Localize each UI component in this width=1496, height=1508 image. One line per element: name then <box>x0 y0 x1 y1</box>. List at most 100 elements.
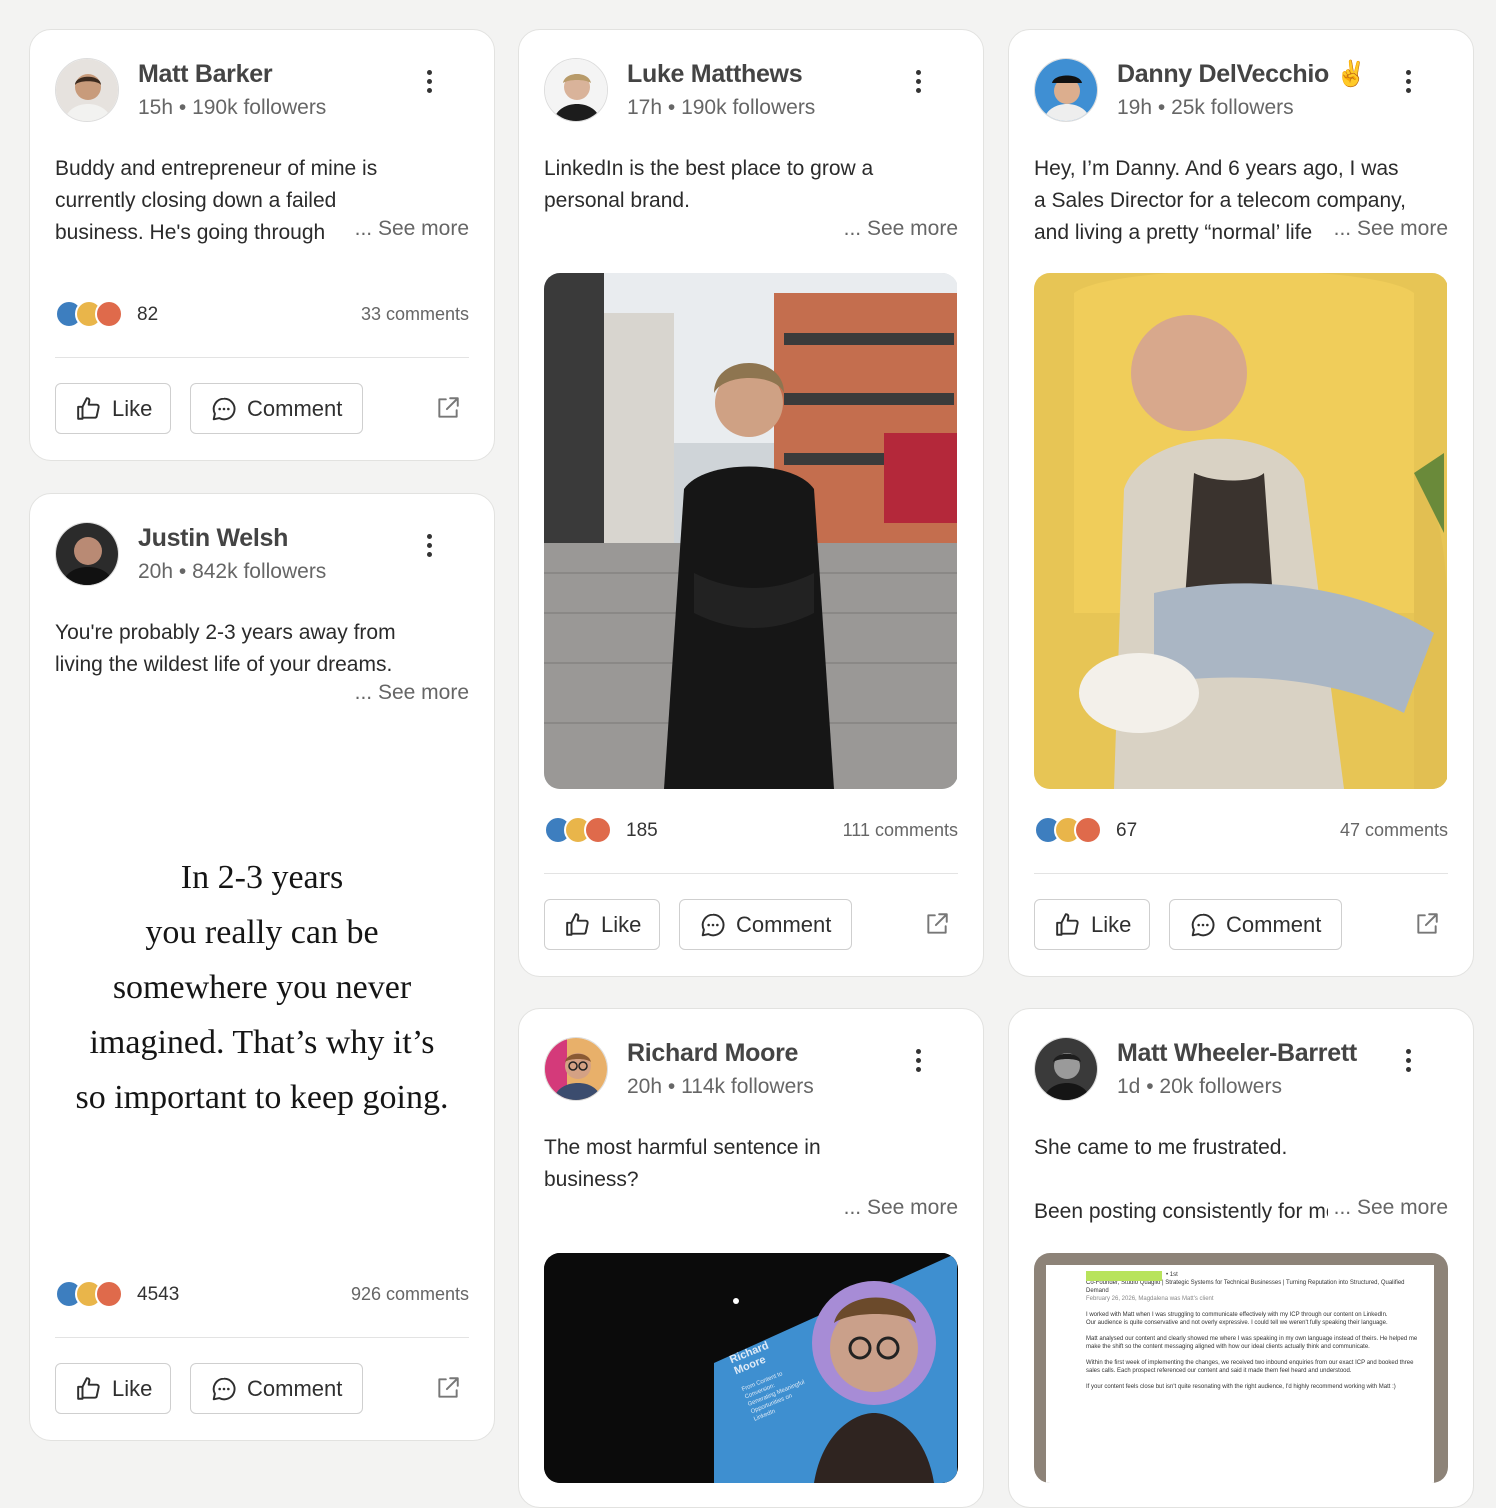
avatar[interactable] <box>55 58 119 122</box>
reaction-icons[interactable] <box>55 298 139 332</box>
reaction-icons[interactable] <box>544 814 628 848</box>
see-more-link[interactable]: ... See more <box>837 217 958 241</box>
like-button[interactable]: Like <box>55 1363 171 1414</box>
post-text: You're probably 2-3 years away from livi… <box>55 617 469 681</box>
see-more-link[interactable]: ... See more <box>348 681 469 705</box>
more-options-icon[interactable] <box>908 66 928 98</box>
more-options-icon[interactable] <box>1398 66 1418 98</box>
like-button[interactable]: Like <box>544 899 660 950</box>
author-name[interactable]: Matt Wheeler-Barrett <box>1117 1039 1357 1068</box>
external-link-icon[interactable] <box>924 911 950 937</box>
more-options-icon[interactable] <box>908 1045 928 1077</box>
follower-count: 20k followers <box>1159 1075 1282 1098</box>
post-card: Richard Moore 20h • 114k followers The m… <box>518 1008 984 1508</box>
post-text-line: currently closing down a failed <box>55 189 337 212</box>
post-meta: 15h • 190k followers <box>138 96 327 119</box>
recommendation-date: February 26, 2026, Magdalena was Matt's … <box>1086 1296 1214 1302</box>
comment-button[interactable]: Comment <box>1169 899 1342 950</box>
comment-button[interactable]: Comment <box>190 383 363 434</box>
reactions-bar: 185 111 comments <box>544 814 958 848</box>
see-more-link[interactable]: ... See more <box>837 1196 958 1220</box>
post-header: Luke Matthews 17h • 190k followers <box>544 58 958 124</box>
post-photo[interactable]: • 1st Co-Founder, Studio Quaglio | Strat… <box>1034 1253 1448 1483</box>
post-text-line: personal brand. <box>544 189 690 212</box>
chat-bubble-icon <box>700 912 726 938</box>
reaction-count[interactable]: 185 <box>626 820 658 842</box>
post-photo[interactable] <box>544 273 958 789</box>
author-name[interactable]: Matt Barker <box>138 60 273 89</box>
post-text-line <box>1034 1164 1448 1196</box>
post-time: 19h <box>1117 96 1153 119</box>
reaction-count[interactable]: 82 <box>137 304 158 326</box>
post-time: 17h <box>627 96 663 119</box>
follower-count: 190k followers <box>192 96 327 119</box>
author-name[interactable]: Luke Matthews <box>627 60 803 89</box>
post-header: Richard Moore 20h • 114k followers <box>544 1037 958 1103</box>
divider <box>1034 873 1448 874</box>
comment-count[interactable]: 926 comments <box>351 1284 469 1305</box>
post-text-line: You're probably 2-3 years away from <box>55 621 396 644</box>
post-card: Matt Barker 15h • 190k followers Buddy a… <box>29 29 495 461</box>
comment-label: Comment <box>247 395 343 421</box>
avatar[interactable] <box>544 58 608 122</box>
like-button[interactable]: Like <box>55 383 171 434</box>
love-reaction-icon <box>1074 816 1102 844</box>
post-card: Justin Welsh 20h • 842k followers You're… <box>29 493 495 1441</box>
comment-count[interactable]: 33 comments <box>361 304 469 325</box>
more-options-icon[interactable] <box>419 530 439 562</box>
comment-button[interactable]: Comment <box>190 1363 363 1414</box>
more-options-icon[interactable] <box>1398 1045 1418 1077</box>
external-link-icon[interactable] <box>1414 911 1440 937</box>
quote-image[interactable]: In 2-3 years you really can be somewhere… <box>55 742 469 1254</box>
post-photo[interactable] <box>1034 273 1448 789</box>
post-time: 20h <box>627 1075 663 1098</box>
action-bar: Like Comment <box>55 383 469 435</box>
like-label: Like <box>601 911 642 937</box>
see-more-link[interactable]: ... See more <box>1327 1196 1448 1220</box>
post-text: LinkedIn is the best place to grow a per… <box>544 153 958 217</box>
post-time: 20h <box>138 560 174 583</box>
reaction-count[interactable]: 4543 <box>137 1284 179 1306</box>
post-meta: 19h • 25k followers <box>1117 96 1294 119</box>
reaction-count[interactable]: 67 <box>1116 820 1137 842</box>
external-link-icon[interactable] <box>435 395 461 421</box>
post-text-line: Buddy and entrepreneur of mine is <box>55 157 378 180</box>
post-text-line: living the wildest life of your dreams. <box>55 653 393 676</box>
connection-degree: • 1st <box>1166 1272 1178 1278</box>
love-reaction-icon <box>584 816 612 844</box>
external-link-icon[interactable] <box>435 1375 461 1401</box>
recommendation-paragraph: Matt analysed our content and clearly sh… <box>1086 1336 1418 1350</box>
author-name[interactable]: Justin Welsh <box>138 524 288 553</box>
see-more-link[interactable]: ... See more <box>1327 217 1448 241</box>
chat-bubble-icon <box>211 1376 237 1402</box>
comment-label: Comment <box>1226 911 1322 937</box>
see-more-link[interactable]: ... See more <box>348 217 469 241</box>
follower-count: 190k followers <box>681 96 816 119</box>
author-name[interactable]: Richard Moore <box>627 1039 798 1068</box>
reactions-bar: 67 47 comments <box>1034 814 1448 848</box>
more-options-icon[interactable] <box>419 66 439 98</box>
avatar[interactable] <box>544 1037 608 1101</box>
quote-text: In 2-3 years you really can be somewhere… <box>55 850 469 1125</box>
recommendation-paragraph: If your content feels close but isn't qu… <box>1086 1384 1396 1390</box>
author-name[interactable]: Danny DelVecchio ✌️ <box>1117 60 1367 89</box>
action-bar: Like Comment <box>1034 899 1448 951</box>
avatar[interactable] <box>1034 1037 1098 1101</box>
post-header: Matt Wheeler-Barrett 1d • 20k followers <box>1034 1037 1448 1103</box>
comment-button[interactable]: Comment <box>679 899 852 950</box>
reaction-icons[interactable] <box>55 1278 139 1312</box>
post-card: Danny DelVecchio ✌️ 19h • 25k followers … <box>1008 29 1474 977</box>
post-card: Luke Matthews 17h • 190k followers Linke… <box>518 29 984 977</box>
follower-count: 114k followers <box>681 1075 814 1098</box>
post-photo[interactable]: Richard Moore From Content to Conversion… <box>544 1253 958 1483</box>
comment-count[interactable]: 47 comments <box>1340 820 1448 841</box>
divider <box>544 873 958 874</box>
avatar[interactable] <box>1034 58 1098 122</box>
quote-line: so important to keep going. <box>75 1079 449 1116</box>
like-button[interactable]: Like <box>1034 899 1150 950</box>
avatar[interactable] <box>55 522 119 586</box>
comment-count[interactable]: 111 comments <box>843 820 958 841</box>
post-text-line: LinkedIn is the best place to grow a <box>544 157 874 180</box>
reaction-icons[interactable] <box>1034 814 1118 848</box>
quote-line: imagined. That’s why it’s <box>89 1024 435 1061</box>
